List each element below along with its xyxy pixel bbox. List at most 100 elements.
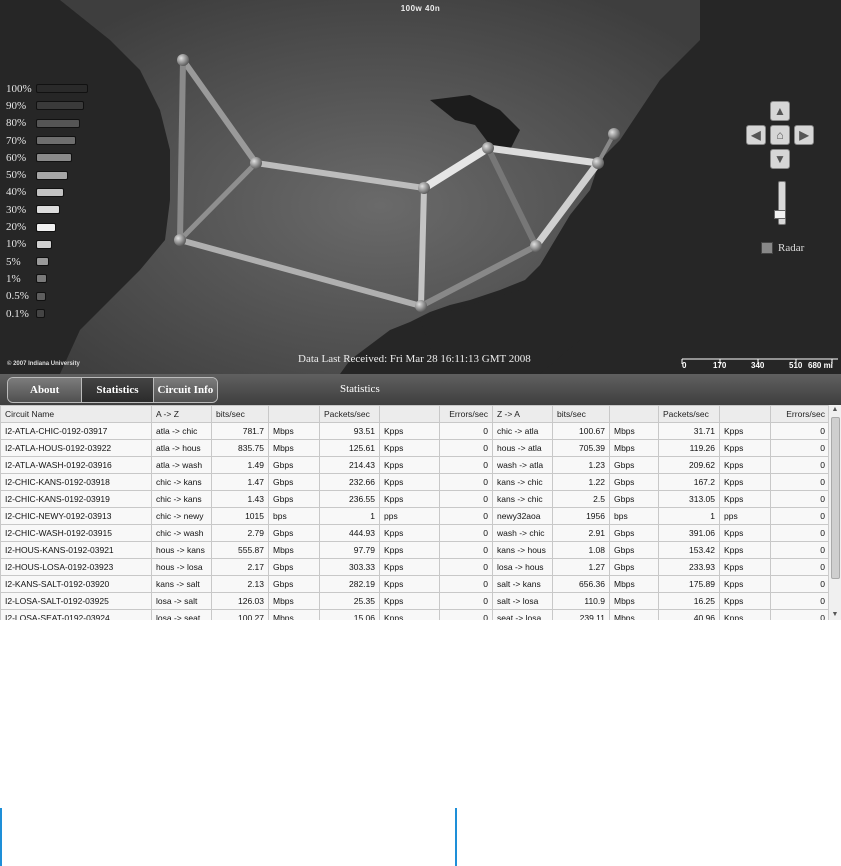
column-header[interactable]: bits/sec <box>552 405 610 423</box>
node-chic[interactable] <box>482 142 494 154</box>
pan-down-button[interactable]: ▼ <box>770 149 790 169</box>
table-cell: hous -> losa <box>151 558 212 576</box>
node-atla[interactable] <box>530 240 542 252</box>
table-cell: salt -> losa <box>492 592 553 610</box>
last-received-text: Data Last Received: Fri Mar 28 16:11:13 … <box>298 353 531 365</box>
pan-right-button[interactable]: ▶ <box>794 125 814 145</box>
table-cell: Kpps <box>719 575 771 593</box>
table-row[interactable]: I2-KANS-SALT-0192-03920 kans -> salt 2.13 G… <box>0 575 830 593</box>
zoom-slider-handle[interactable] <box>774 210 786 219</box>
table-cell: 40.96 <box>658 609 720 620</box>
table-cell: Mbps <box>609 422 659 440</box>
table-cell: 1.23 <box>552 456 610 474</box>
column-header[interactable]: Packets/sec <box>319 405 380 423</box>
legend-swatch <box>36 309 45 318</box>
scroll-down-icon[interactable]: ▼ <box>829 610 841 620</box>
table-cell: Mbps <box>609 592 659 610</box>
table-row[interactable]: I2-LOSA-SALT-0192-03925 losa -> salt 126.0… <box>0 592 830 610</box>
table-cell: 2.79 <box>211 524 269 542</box>
table-row[interactable]: I2-LOSA-SEAT-0192-03924 losa -> seat 100.2… <box>0 609 830 620</box>
node-seat[interactable] <box>177 54 189 66</box>
node-kans[interactable] <box>418 182 430 194</box>
table-cell: 303.33 <box>319 558 380 576</box>
table-cell: 1.27 <box>552 558 610 576</box>
table-cell: I2-CHIC-NEWY-0192-03913 <box>0 507 152 525</box>
column-header[interactable] <box>379 405 440 423</box>
column-header[interactable]: Circuit Name <box>0 405 152 423</box>
table-cell: atla -> chic <box>151 422 212 440</box>
pan-up-button[interactable]: ▲ <box>770 101 790 121</box>
column-header[interactable]: bits/sec <box>211 405 269 423</box>
legend-row: 50% <box>6 166 96 183</box>
table-cell: chic -> kans <box>151 490 212 508</box>
table-cell: 0 <box>770 473 830 491</box>
table-scrollbar[interactable]: ▲ ▼ <box>828 405 841 620</box>
column-header[interactable]: A -> Z <box>151 405 212 423</box>
table-cell: 313.05 <box>658 490 720 508</box>
node-wash[interactable] <box>592 157 604 169</box>
table-cell: wash -> atla <box>492 456 553 474</box>
table-cell: Gbps <box>609 541 659 559</box>
table-row[interactable]: I2-HOUS-KANS-0192-03921 hous -> kans 555.8… <box>0 541 830 559</box>
map-canvas[interactable] <box>0 0 841 374</box>
node-losa[interactable] <box>174 234 186 246</box>
pan-left-button[interactable]: ◀ <box>746 125 766 145</box>
table-row[interactable]: I2-ATLA-HOUS-0192-03922 atla -> hous 835.7… <box>0 439 830 457</box>
legend-label: 80% <box>6 117 27 130</box>
table-cell: Mbps <box>268 592 320 610</box>
table-row[interactable]: I2-CHIC-NEWY-0192-03913 chic -> newy 1015 b… <box>0 507 830 525</box>
tab-about[interactable]: About <box>8 378 83 402</box>
column-header[interactable]: Packets/sec <box>658 405 720 423</box>
arrow-right-icon: ▶ <box>799 128 809 142</box>
legend-swatch <box>36 291 46 301</box>
legend-swatch <box>36 136 76 146</box>
legend-label: 50% <box>6 169 27 182</box>
tab-statistics[interactable]: Statistics <box>82 378 154 402</box>
radar-checkbox[interactable] <box>761 242 773 254</box>
scroll-up-icon[interactable]: ▲ <box>829 405 841 415</box>
table-row[interactable]: I2-CHIC-KANS-0192-03919 chic -> kans 1.43 G… <box>0 490 830 508</box>
column-header[interactable] <box>268 405 320 423</box>
table-cell: chic -> atla <box>492 422 553 440</box>
statistics-table: Circuit Name A -> Z bits/sec Packets/sec… <box>0 405 830 620</box>
legend-swatch <box>36 153 72 163</box>
table-cell: 0 <box>770 422 830 440</box>
table-row[interactable]: I2-CHIC-WASH-0192-03915 chic -> wash 2.79 G… <box>0 524 830 542</box>
column-header[interactable]: Errors/sec <box>439 405 493 423</box>
statistics-table-container: Circuit Name A -> Z bits/sec Packets/sec… <box>0 405 841 620</box>
node-hous[interactable] <box>415 300 427 312</box>
table-cell: 555.87 <box>211 541 269 559</box>
table-cell: 656.36 <box>552 575 610 593</box>
home-button[interactable]: ⌂ <box>770 125 790 145</box>
node-newy[interactable] <box>608 128 620 140</box>
radar-toggle[interactable]: Radar <box>761 242 804 254</box>
table-cell: Mbps <box>268 609 320 620</box>
table-cell: 126.03 <box>211 592 269 610</box>
table-cell: 119.26 <box>658 439 720 457</box>
table-row[interactable]: I2-CHIC-KANS-0192-03918 chic -> kans 1.47 G… <box>0 473 830 491</box>
home-icon: ⌂ <box>776 128 784 142</box>
table-cell: chic -> wash <box>151 524 212 542</box>
table-cell: 0 <box>770 575 830 593</box>
column-header[interactable] <box>719 405 771 423</box>
node-salt[interactable] <box>250 157 262 169</box>
table-row[interactable]: I2-ATLA-CHIC-0192-03917 atla -> chic 781.7… <box>0 422 830 440</box>
table-cell: 0 <box>439 524 493 542</box>
network-map[interactable]: 100w 40n 100% 90% 80% 70% 60% 50% 40% 30… <box>0 0 841 374</box>
scrollbar-thumb[interactable] <box>831 417 840 579</box>
legend-label: 1% <box>6 272 21 285</box>
tab-circuit-info[interactable]: Circuit Info <box>153 378 218 402</box>
table-row[interactable]: I2-HOUS-LOSA-0192-03923 hous -> losa 2.17 G… <box>0 558 830 576</box>
table-cell: 175.89 <box>658 575 720 593</box>
divider-left <box>0 808 2 866</box>
table-cell: pps <box>719 507 771 525</box>
table-row[interactable]: I2-ATLA-WASH-0192-03916 atla -> wash 1.49 G… <box>0 456 830 474</box>
table-cell: 1 <box>319 507 380 525</box>
column-header[interactable] <box>609 405 659 423</box>
table-cell: I2-ATLA-CHIC-0192-03917 <box>0 422 152 440</box>
table-cell: Kpps <box>719 456 771 474</box>
table-cell: 0 <box>439 541 493 559</box>
column-header[interactable]: Errors/sec <box>770 405 830 423</box>
table-cell: 0 <box>439 490 493 508</box>
column-header[interactable]: Z -> A <box>492 405 553 423</box>
